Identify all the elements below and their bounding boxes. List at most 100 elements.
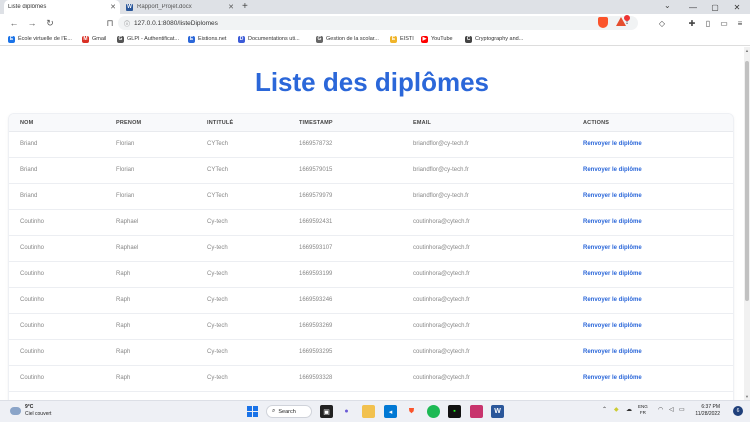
resend-diploma-link[interactable]: Renvoyer le diplôme <box>583 141 642 147</box>
bookmark-favicon-icon: E <box>188 35 195 43</box>
bookmark-label: Cryptography and... <box>475 36 524 42</box>
table-header: NOM PRENOM INTITULÉ TIMESTAMP EMAIL ACTI… <box>9 114 733 132</box>
vscode-icon[interactable]: ◂ <box>384 405 397 418</box>
bookmark-item[interactable]: G GLPI - Authentificat... <box>117 34 179 44</box>
close-icon[interactable]: ✕ <box>228 3 234 11</box>
close-window-button[interactable]: ✕ <box>726 0 748 14</box>
vpn-icon[interactable]: ◇ <box>656 14 668 32</box>
language-indicator[interactable]: ENG FR <box>638 404 648 416</box>
diplomas-table: NOM PRENOM INTITULÉ TIMESTAMP EMAIL ACTI… <box>8 113 734 400</box>
file-explorer-icon[interactable] <box>362 405 375 418</box>
cell-prenom: Raph <box>116 375 131 381</box>
tray-cloud-icon[interactable]: ☁ <box>626 406 632 413</box>
resend-diploma-link[interactable]: Renvoyer le diplôme <box>583 323 642 329</box>
bookmark-favicon-icon: ▶ <box>421 35 428 43</box>
new-tab-button[interactable]: + <box>242 1 248 13</box>
tray-overflow-icon[interactable]: ⌃ <box>602 406 607 413</box>
resend-diploma-link[interactable]: Renvoyer le diplôme <box>583 167 642 173</box>
page-scrollbar[interactable]: ▲ ▼ <box>744 47 750 400</box>
task-view-icon[interactable]: ▣ <box>320 405 333 418</box>
bookmark-item[interactable]: É École virtuelle de l'E... <box>8 34 72 44</box>
maximize-button[interactable]: ▢ <box>704 0 726 14</box>
minimize-button[interactable]: — <box>682 0 704 14</box>
forward-button[interactable]: → <box>26 14 38 32</box>
tab-rapport-projet[interactable]: W Rapport_Projet.docx ✕ <box>122 0 238 14</box>
brave-shields-icon[interactable] <box>598 17 608 28</box>
wallet-icon[interactable]: ▭ <box>718 14 730 32</box>
info-icon[interactable]: ⓘ <box>124 19 130 28</box>
search-label: Search <box>278 408 296 415</box>
windows-icon <box>247 406 258 417</box>
cell-nom: Coutinho <box>20 349 45 355</box>
resend-diploma-link[interactable]: Renvoyer le diplôme <box>583 375 642 381</box>
volume-icon[interactable]: ◁ <box>669 406 674 413</box>
battery-icon[interactable]: ▭ <box>679 406 685 413</box>
cell-email: briandflor@cy-tech.fr <box>413 167 469 173</box>
cell-email: coutinhora@cytech.fr <box>413 297 470 303</box>
resend-diploma-link[interactable]: Renvoyer le diplôme <box>583 297 642 303</box>
column-header-actions: ACTIONS <box>583 120 610 126</box>
brave-browser-icon[interactable]: ⛊ <box>405 405 418 418</box>
sidebar-icon[interactable]: ▯ <box>702 14 714 32</box>
extensions-icon[interactable]: ✚ <box>686 14 698 32</box>
spotify-icon[interactable] <box>427 405 440 418</box>
table-row: Coutinho Raph Cy-tech 1669593269 coutinhora@… <box>9 314 733 340</box>
tray-app-icon[interactable]: ◆ <box>614 406 619 413</box>
resend-diploma-link[interactable]: Renvoyer le diplôme <box>583 245 642 251</box>
table-row: Coutinho Raphael Cy-tech 1669593107 coutinho… <box>9 236 733 262</box>
chat-icon[interactable]: ● <box>340 405 353 418</box>
cell-intitule: Cy-tech <box>207 271 228 277</box>
taskbar-search[interactable]: ⌕ Search <box>266 405 312 418</box>
bookmark-item[interactable]: E EISTI <box>390 34 414 44</box>
bookmark-icon[interactable]: ⊓ <box>104 14 116 32</box>
tab-liste-diplomes[interactable]: Liste diplômes ✕ <box>4 0 120 54</box>
scrollbar-thumb[interactable] <box>745 61 749 301</box>
bookmark-item[interactable]: ▶ YouTube <box>421 34 453 44</box>
bookmark-item[interactable]: E Eistions.net <box>188 34 226 44</box>
address-bar[interactable]: ⓘ 127.0.0.1:8080/listeDiplomes ⇪ <box>118 16 638 30</box>
cell-timestamp: 1669592431 <box>299 219 333 225</box>
terminal-icon[interactable]: ▪ <box>448 405 461 418</box>
bookmark-item[interactable]: G Gestion de la scolar... <box>316 34 379 44</box>
cell-email: coutinhora@cytech.fr <box>413 323 470 329</box>
resend-diploma-link[interactable]: Renvoyer le diplôme <box>583 219 642 225</box>
brave-rewards-icon[interactable] <box>616 15 630 28</box>
resend-diploma-link[interactable]: Renvoyer le diplôme <box>583 271 642 277</box>
start-button[interactable] <box>246 405 259 418</box>
cell-nom: Coutinho <box>20 323 45 329</box>
column-header-intitule: INTITULÉ <box>207 120 234 126</box>
cell-timestamp: 1669593328 <box>299 375 333 381</box>
wifi-icon[interactable]: ◠ <box>658 406 663 413</box>
bookmark-favicon-icon: C <box>465 35 472 43</box>
cell-nom: Briand <box>20 193 38 199</box>
clock-time: 6:37 PM <box>701 404 720 410</box>
tab-search-icon[interactable]: ⌄ <box>664 1 671 10</box>
menu-icon[interactable]: ≡ <box>734 14 746 32</box>
page-title: Liste des diplômes <box>254 67 490 97</box>
bookmark-label: Eistions.net <box>198 36 227 42</box>
resend-diploma-link[interactable]: Renvoyer le diplôme <box>583 349 642 355</box>
scroll-down-icon[interactable]: ▼ <box>744 394 750 399</box>
bookmark-item[interactable]: D Documentations uti... <box>238 34 300 44</box>
system-clock[interactable]: 6:37 PM 11/28/2022 <box>688 404 720 418</box>
scroll-up-icon[interactable]: ▲ <box>744 48 750 53</box>
bookmark-label: École virtuelle de l'E... <box>18 36 72 42</box>
close-icon[interactable]: ✕ <box>110 3 116 11</box>
word-app-icon[interactable]: W <box>491 405 504 418</box>
column-header-timestamp: TIMESTAMP <box>299 120 333 126</box>
notifications-badge[interactable]: 6 <box>733 406 743 416</box>
bookmark-item[interactable]: C Cryptography and... <box>465 34 523 44</box>
cell-prenom: Florian <box>116 167 135 173</box>
table-row: Briand Florian CYTech 1669578732 briandflor@… <box>9 132 733 158</box>
bookmark-label: Gmail <box>92 36 107 42</box>
weather-widget[interactable]: 9°C Ciel couvert <box>10 404 51 418</box>
tab-title: Rapport_Projet.docx <box>137 4 192 10</box>
app-icon[interactable] <box>470 405 483 418</box>
reload-button[interactable]: ↻ <box>44 14 56 32</box>
bookmark-item[interactable]: M Gmail <box>82 34 106 44</box>
resend-diploma-link[interactable]: Renvoyer le diplôme <box>583 193 642 199</box>
back-button[interactable]: ← <box>8 14 20 32</box>
word-icon: W <box>126 3 133 11</box>
cell-timestamp: 1669593246 <box>299 297 333 303</box>
table-row: Coutinho Raph Cy-tech 1669593246 coutinhora@… <box>9 288 733 314</box>
